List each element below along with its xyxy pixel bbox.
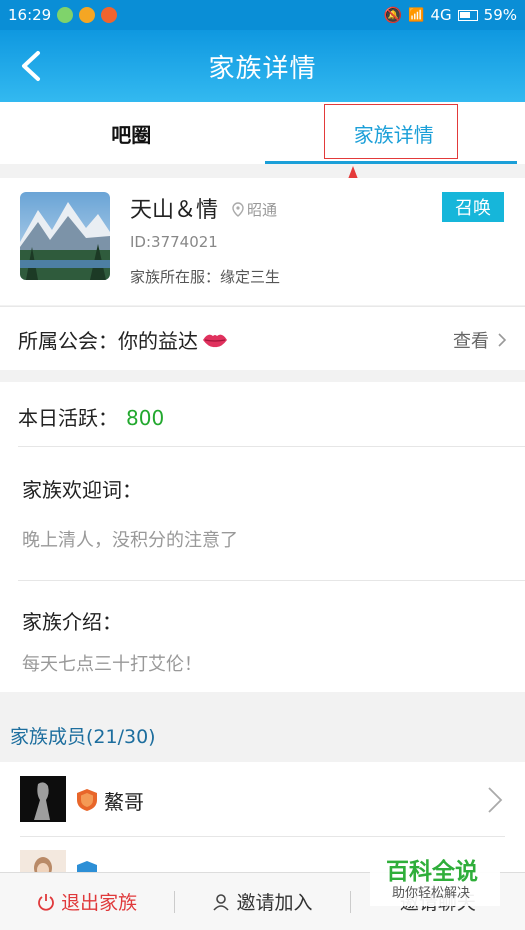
battery-level: 59% bbox=[483, 6, 517, 24]
watermark-subtitle: 助你轻松解决 bbox=[392, 886, 471, 901]
tab-bar-circle[interactable]: 吧圈 bbox=[0, 102, 263, 164]
lips-icon bbox=[203, 334, 227, 347]
activity-value: 800 bbox=[126, 406, 165, 430]
family-id: ID:3774021 bbox=[130, 233, 218, 251]
intro-text: 每天七点三十打艾伦！ bbox=[22, 654, 202, 675]
page-title: 家族详情 bbox=[208, 53, 317, 84]
member-name: 鰲哥 bbox=[104, 790, 144, 814]
divider bbox=[18, 580, 525, 581]
back-arrow-icon[interactable] bbox=[14, 48, 50, 84]
members-header: 家族成员(21/30) bbox=[10, 726, 156, 748]
member-row[interactable]: 鰲哥 bbox=[20, 762, 505, 832]
view-guild-link[interactable]: 查看 bbox=[453, 327, 507, 353]
family-server: 家族所在服：缘定三生 bbox=[130, 268, 281, 286]
wifi-icon: 📶 bbox=[408, 7, 425, 23]
network-type: 4G bbox=[430, 6, 452, 24]
chevron-right-icon bbox=[498, 333, 507, 347]
status-bar: 16:29 🔕 📶 4G 59% bbox=[0, 0, 525, 30]
annotation-highlight-box bbox=[324, 104, 458, 159]
invite-label: 邀请加入 bbox=[236, 892, 313, 914]
app-notification-icon bbox=[101, 7, 118, 23]
activity-label: 本日活跃： bbox=[18, 406, 118, 430]
family-badge-icon bbox=[77, 789, 97, 811]
weibo-icon bbox=[79, 7, 96, 23]
family-profile-card: 天山＆情 昭通 ID:3774021 家族所在服：缘定三生 召唤 bbox=[0, 178, 525, 305]
welcome-title: 家族欢迎词： bbox=[22, 478, 142, 502]
battery-icon bbox=[457, 9, 478, 21]
chevron-right-icon bbox=[488, 787, 503, 813]
guild-label: 所属公会：你的益达 bbox=[18, 329, 198, 353]
member-avatar bbox=[20, 776, 66, 822]
divider bbox=[20, 836, 505, 837]
power-icon bbox=[38, 893, 55, 911]
family-avatar bbox=[20, 192, 110, 280]
status-time: 16:29 bbox=[8, 6, 52, 24]
family-info-card: 本日活跃： 800 家族欢迎词： 晚上清人，没积分的注意了 家族介绍： 每天七点三… bbox=[0, 382, 525, 692]
location-pin-icon bbox=[232, 202, 244, 217]
family-location: 昭通 bbox=[232, 199, 277, 220]
watermark: 百科全说 助你轻松解决 bbox=[370, 850, 500, 906]
location-text: 昭通 bbox=[247, 201, 278, 219]
invite-join-button[interactable]: 邀请加入 bbox=[175, 888, 349, 915]
mute-icon: 🔕 bbox=[383, 6, 403, 24]
wechat-icon bbox=[57, 7, 74, 23]
daily-activity: 本日活跃： 800 bbox=[18, 402, 164, 431]
view-label: 查看 bbox=[453, 331, 489, 352]
tab-underline bbox=[264, 161, 517, 164]
person-icon bbox=[213, 893, 230, 911]
watermark-title: 百科全说 bbox=[386, 859, 478, 885]
intro-title: 家族介绍： bbox=[22, 610, 122, 634]
welcome-text: 晚上清人，没积分的注意了 bbox=[22, 530, 238, 551]
quit-family-button[interactable]: 退出家族 bbox=[0, 888, 174, 915]
summon-button[interactable]: 召唤 bbox=[442, 192, 504, 222]
guild-row[interactable]: 所属公会：你的益达 查看 bbox=[0, 306, 525, 370]
nav-bar: 家族详情 bbox=[0, 30, 525, 102]
family-name: 天山＆情 bbox=[130, 198, 219, 223]
divider bbox=[18, 446, 525, 447]
guild-info: 所属公会：你的益达 bbox=[18, 325, 228, 354]
tab-label: 吧圈 bbox=[111, 122, 152, 147]
quit-label: 退出家族 bbox=[61, 892, 138, 914]
